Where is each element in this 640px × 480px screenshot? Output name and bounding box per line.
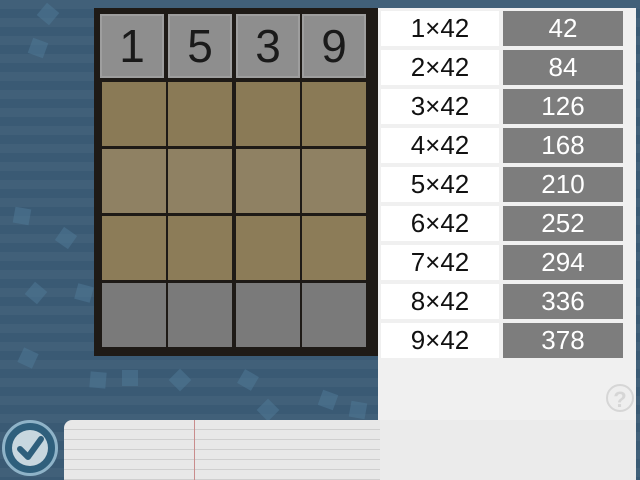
multiplication-expression: 6×42 [381, 206, 499, 241]
multiplication-expression: 8×42 [381, 284, 499, 319]
background-confetti [237, 369, 259, 391]
answer-cell[interactable] [168, 283, 232, 347]
digit-tile[interactable]: 5 [168, 14, 232, 78]
table-row: 1×42 42 [381, 11, 623, 46]
multiplication-result: 252 [503, 206, 623, 241]
multiplication-expression: 5×42 [381, 167, 499, 202]
background-confetti [12, 206, 32, 226]
table-row: 4×42 168 [381, 128, 623, 163]
check-icon [12, 430, 48, 466]
table-row: 2×42 84 [381, 50, 623, 85]
background-confetti [24, 281, 48, 305]
answer-cell[interactable] [302, 149, 366, 213]
answer-cell[interactable] [102, 82, 166, 146]
multiplication-result: 126 [503, 89, 623, 124]
background-confetti [89, 371, 107, 389]
background-confetti [256, 398, 280, 422]
multiplication-result: 336 [503, 284, 623, 319]
background-confetti [74, 283, 94, 303]
background-confetti [317, 389, 339, 411]
notepad-margin-line [194, 420, 195, 480]
background-confetti [54, 226, 78, 250]
submit-button[interactable] [2, 420, 58, 476]
bottom-panel [380, 420, 636, 480]
multiplication-expression: 4×42 [381, 128, 499, 163]
multiplication-result: 168 [503, 128, 623, 163]
table-row: 5×42 210 [381, 167, 623, 202]
background-confetti [27, 37, 49, 59]
puzzle-board: 1 5 3 9 [94, 8, 378, 356]
answer-cell[interactable] [236, 149, 300, 213]
background-confetti [168, 368, 192, 392]
multiplication-result: 210 [503, 167, 623, 202]
table-row: 9×42 378 [381, 323, 623, 358]
multiplication-expression: 9×42 [381, 323, 499, 358]
background-confetti [36, 2, 60, 26]
answer-cell[interactable] [302, 283, 366, 347]
multiplication-result: 84 [503, 50, 623, 85]
answer-cell[interactable] [168, 149, 232, 213]
multiplication-result: 294 [503, 245, 623, 280]
table-row: 3×42 126 [381, 89, 623, 124]
answer-cell[interactable] [102, 149, 166, 213]
multiplication-result: 42 [503, 11, 623, 46]
table-row: 6×42 252 [381, 206, 623, 241]
table-row: 7×42 294 [381, 245, 623, 280]
multiplication-expression: 7×42 [381, 245, 499, 280]
answer-cell[interactable] [302, 216, 366, 280]
digit-tile[interactable]: 3 [236, 14, 300, 78]
table-row: 8×42 336 [381, 284, 623, 319]
help-button[interactable]: ? [606, 384, 634, 412]
answer-cell[interactable] [302, 82, 366, 146]
question-icon: ? [613, 387, 627, 412]
background-confetti [17, 347, 39, 369]
background-confetti [348, 400, 368, 420]
answer-cell[interactable] [168, 82, 232, 146]
answer-cell[interactable] [168, 216, 232, 280]
answer-cell[interactable] [102, 216, 166, 280]
background-confetti [122, 370, 138, 386]
answer-cell[interactable] [236, 216, 300, 280]
answer-cell[interactable] [102, 283, 166, 347]
multiplication-table-panel: 1×42 42 2×42 84 3×42 126 4×42 168 5×42 2… [378, 8, 636, 480]
multiplication-expression: 1×42 [381, 11, 499, 46]
multiplication-expression: 2×42 [381, 50, 499, 85]
multiplication-result: 378 [503, 323, 623, 358]
answer-cell[interactable] [236, 82, 300, 146]
answer-cell[interactable] [236, 283, 300, 347]
digit-tile[interactable]: 1 [100, 14, 164, 78]
multiplication-expression: 3×42 [381, 89, 499, 124]
scratch-notepad[interactable] [64, 420, 380, 480]
digit-tile[interactable]: 9 [302, 14, 366, 78]
